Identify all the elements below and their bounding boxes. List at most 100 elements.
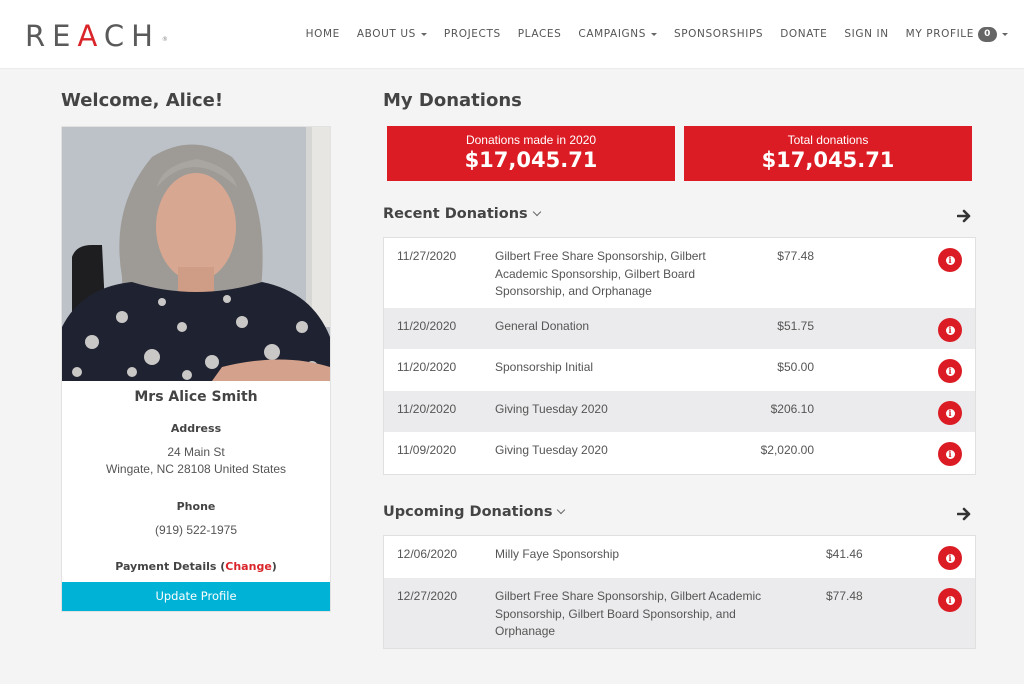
table-row: 11/09/2020 Giving Tuesday 2020 $2,020.00 [384, 432, 975, 474]
nav-my-profile[interactable]: MY PROFILE 0 [905, 26, 1008, 42]
desc-line: Orphanage [495, 624, 556, 638]
stat-total-donations: Total donations $17,045.71 [684, 126, 972, 181]
reach-logo[interactable]: REACH ® [25, 19, 168, 53]
phone-label: Phone [176, 500, 216, 513]
nav-sign-in[interactable]: SIGN IN [844, 28, 888, 40]
donation-description: Milly Faye Sponsorship [495, 547, 620, 561]
update-profile-button[interactable]: Update Profile [62, 582, 330, 611]
payment-label-close: ) [271, 560, 277, 573]
section-title: Upcoming Donations [383, 504, 553, 520]
stat-label: Total donations [787, 133, 869, 147]
donation-description: Giving Tuesday 2020 [495, 443, 608, 457]
registered-mark: ® [161, 36, 168, 43]
nav-label: PROJECTS [443, 28, 501, 40]
donation-date: 11/20/2020 [397, 402, 457, 416]
arrow-right-icon[interactable] [957, 507, 973, 521]
upcoming-donations-table: 12/06/2020 Milly Faye Sponsorship $41.46… [383, 535, 976, 649]
nav-label: SPONSORSHIPS [673, 28, 764, 40]
stat-value: $17,045.71 [464, 148, 598, 172]
info-icon[interactable] [938, 401, 962, 425]
profile-name: Mrs Alice Smith [134, 389, 258, 405]
address-line-2: Wingate, NC 28108 United States [105, 462, 287, 476]
desc-line: Sponsorship, Gilbert Board Sponsorship, … [495, 606, 736, 621]
nav-label: ABOUT US [356, 28, 416, 40]
stat-value: $17,045.71 [761, 148, 895, 172]
donation-date: 11/20/2020 [397, 360, 457, 374]
recent-donations-toggle[interactable]: Recent Donations [383, 206, 541, 222]
donation-date: 12/27/2020 [397, 589, 458, 603]
payment-details: Payment Details (Change) [62, 560, 330, 573]
nav-label: MY PROFILE [905, 28, 974, 40]
desc-line: Gilbert Free Share Sponsorship, Gilbert [495, 249, 706, 263]
donation-description: Gilbert Free Share Sponsorship, Gilbert A… [495, 248, 706, 301]
donation-amount: $77.48 [826, 589, 863, 603]
nav-label: DONATE [780, 28, 828, 40]
donation-amount: $2,020.00 [760, 443, 814, 457]
nav-label: CAMPAIGNS [578, 28, 646, 40]
donation-description: Gilbert Free Share Sponsorship, Gilbert … [495, 588, 761, 641]
nav-projects[interactable]: PROJECTS [444, 28, 501, 40]
donation-date: 11/09/2020 [397, 443, 457, 457]
info-icon[interactable] [938, 359, 962, 383]
nav-sponsorships[interactable]: SPONSORSHIPS [674, 28, 763, 40]
logo-accent-letter: A [77, 19, 104, 53]
nav-campaigns[interactable]: CAMPAIGNS [578, 28, 657, 40]
desc-line: Gilbert Free Share Sponsorship, Gilbert … [495, 589, 762, 603]
desc-line: Sponsorship, and Orphanage [495, 284, 652, 298]
table-row: 11/20/2020 General Donation $51.75 [384, 308, 975, 349]
recent-donations-table: 11/27/2020 Gilbert Free Share Sponsorshi… [383, 237, 976, 475]
nav-places[interactable]: PLACES [518, 28, 562, 40]
upcoming-donations-toggle[interactable]: Upcoming Donations [383, 504, 566, 520]
nav-label: HOME [305, 28, 340, 40]
donation-amount: $77.48 [777, 249, 814, 263]
nav-label: SIGN IN [844, 28, 889, 40]
logo-text: CH [103, 19, 160, 53]
table-row: 11/20/2020 Sponsorship Initial $50.00 [384, 349, 975, 391]
welcome-heading: Welcome, Alice! [61, 90, 224, 111]
nav-home[interactable]: HOME [306, 28, 340, 40]
desc-line: Academic Sponsorship, Gilbert Board [495, 266, 696, 281]
stat-donations-this-year: Donations made in 2020 $17,045.71 [387, 126, 675, 181]
phone-value: (919) 522-1975 [154, 523, 238, 537]
table-row: 11/20/2020 Giving Tuesday 2020 $206.10 [384, 391, 975, 432]
info-icon[interactable] [938, 248, 962, 272]
my-donations-heading: My Donations [383, 90, 522, 111]
donation-date: 12/06/2020 [397, 547, 458, 561]
address-label: Address [170, 422, 222, 435]
donation-date: 11/20/2020 [397, 319, 457, 333]
change-payment-link[interactable]: Change [225, 560, 272, 573]
stat-label: Donations made in 2020 [465, 133, 597, 147]
donation-description: Giving Tuesday 2020 [495, 402, 608, 416]
table-row: 11/27/2020 Gilbert Free Share Sponsorshi… [384, 238, 975, 308]
donation-description: General Donation [495, 319, 590, 333]
nav-donate[interactable]: DONATE [780, 28, 827, 40]
nav-label: PLACES [517, 28, 562, 40]
info-icon[interactable] [938, 588, 962, 612]
donation-description: Sponsorship Initial [495, 360, 594, 374]
info-icon[interactable] [938, 442, 962, 466]
caret-down-icon [420, 32, 427, 36]
chevron-down-icon [532, 207, 541, 217]
logo-text: RE [25, 19, 78, 53]
donation-amount: $50.00 [777, 360, 814, 374]
caret-down-icon [1002, 32, 1008, 36]
info-icon[interactable] [938, 546, 962, 570]
nav-about-us[interactable]: ABOUT US [357, 28, 427, 40]
top-navigation-bar: REACH ® HOME ABOUT US PROJECTS PLACES CAM… [0, 0, 1024, 69]
profile-photo [62, 127, 330, 381]
donation-amount: $51.75 [777, 319, 814, 333]
info-icon[interactable] [938, 318, 962, 342]
caret-down-icon [650, 32, 657, 36]
donation-date: 11/27/2020 [397, 249, 457, 263]
chevron-down-icon [557, 505, 566, 515]
section-title: Recent Donations [383, 206, 528, 222]
table-row: 12/06/2020 Milly Faye Sponsorship $41.46 [384, 536, 975, 578]
profile-card: Mrs Alice Smith Address 24 Main St Winga… [61, 126, 331, 612]
address-line-1: 24 Main St [167, 445, 225, 459]
donation-amount: $41.46 [826, 547, 863, 561]
arrow-right-icon[interactable] [957, 209, 973, 223]
payment-label: Payment Details ( [115, 560, 226, 573]
donation-amount: $206.10 [770, 402, 814, 416]
profile-count-badge: 0 [978, 26, 997, 42]
table-row: 12/27/2020 Gilbert Free Share Sponsorshi… [384, 578, 975, 648]
